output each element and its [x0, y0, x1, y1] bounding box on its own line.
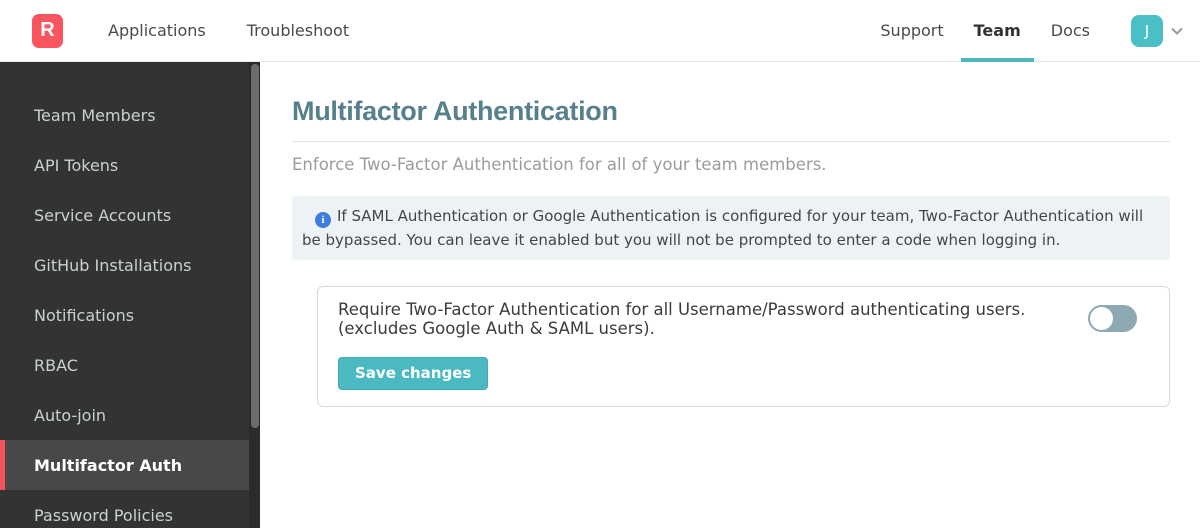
setting-description: Require Two-Factor Authentication for al…	[338, 300, 1025, 339]
nav-item-troubleshoot[interactable]: Troubleshoot	[247, 0, 349, 62]
top-navbar: R Applications Troubleshoot Support Team…	[0, 0, 1200, 62]
setting-description-line2: (excludes Google Auth & SAML users).	[338, 319, 655, 339]
sidebar-item-notifications[interactable]: Notifications	[0, 290, 260, 340]
setting-row: Require Two-Factor Authentication for al…	[338, 300, 1151, 339]
chevron-down-icon[interactable]	[1168, 22, 1186, 40]
page-title: Multifactor Authentication	[292, 96, 618, 126]
sidebar-item-multifactor-auth[interactable]: Multifactor Auth	[0, 440, 260, 490]
navbar-left-group: Applications Troubleshoot	[108, 0, 390, 62]
info-icon: i	[315, 212, 331, 228]
sidebar-item-auto-join[interactable]: Auto-join	[0, 390, 260, 440]
user-avatar[interactable]: J	[1131, 14, 1163, 47]
sidebar-item-password-policies[interactable]: Password Policies	[0, 490, 260, 528]
sidebar-nav-list: Team Members API Tokens Service Accounts…	[0, 62, 260, 528]
nav-item-docs[interactable]: Docs	[1036, 0, 1105, 62]
sidebar-item-api-tokens[interactable]: API Tokens	[0, 140, 260, 190]
nav-item-team[interactable]: Team	[959, 0, 1036, 62]
sidebar-item-service-accounts[interactable]: Service Accounts	[0, 190, 260, 240]
navbar-right-group: Support Team Docs J	[865, 0, 1186, 62]
sidebar-item-rbac[interactable]: RBAC	[0, 340, 260, 390]
sidebar-item-github-installations[interactable]: GitHub Installations	[0, 240, 260, 290]
nav-item-support[interactable]: Support	[865, 0, 958, 62]
sidebar-item-team-members[interactable]: Team Members	[0, 90, 260, 140]
setting-description-line1: Require Two-Factor Authentication for al…	[338, 300, 1026, 319]
rollbar-logo[interactable]: R	[32, 13, 63, 48]
info-banner-text: If SAML Authentication or Google Authent…	[302, 207, 1144, 249]
main-content: Multifactor Authentication Enforce Two-F…	[260, 62, 1200, 528]
save-changes-button[interactable]: Save changes	[338, 356, 489, 390]
two-factor-setting-card: Require Two-Factor Authentication for al…	[317, 286, 1170, 407]
settings-sidebar: Team Members API Tokens Service Accounts…	[0, 62, 260, 528]
page-subtitle: Enforce Two-Factor Authentication for al…	[292, 155, 827, 174]
title-divider	[292, 141, 1170, 142]
nav-item-applications[interactable]: Applications	[108, 0, 206, 62]
info-banner: i If SAML Authentication or Google Authen…	[292, 196, 1170, 260]
toggle-knob	[1090, 307, 1113, 330]
sidebar-scrollbar-thumb[interactable]	[251, 64, 259, 428]
two-factor-toggle[interactable]	[1088, 305, 1137, 332]
